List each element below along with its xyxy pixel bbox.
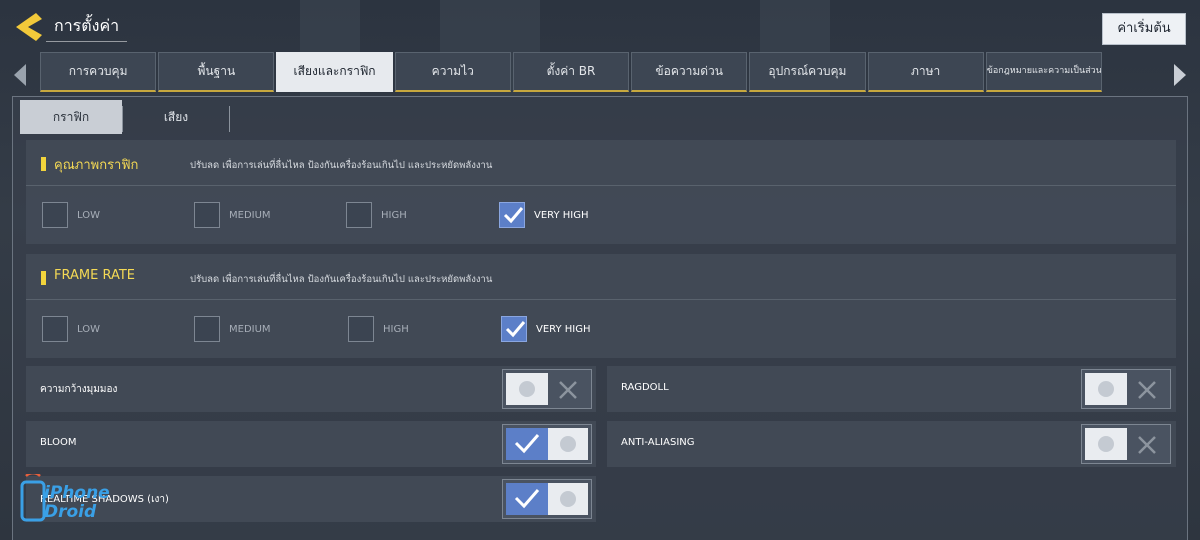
reset-defaults-button[interactable]: ค่าเริ่มต้น xyxy=(1102,13,1186,45)
checkbox[interactable] xyxy=(194,316,220,342)
checkbox[interactable] xyxy=(42,202,68,228)
toggle-label: BLOOM xyxy=(40,437,77,448)
option-label: VERY HIGH xyxy=(534,209,589,221)
subtab-audio[interactable]: เสียง xyxy=(123,100,229,134)
section-accent-bar xyxy=(41,157,46,171)
close-icon xyxy=(1138,381,1156,399)
option-label: HIGH xyxy=(383,323,409,335)
option-label: MEDIUM xyxy=(229,323,271,335)
tab-br-settings[interactable]: ตั้งค่า BR xyxy=(512,52,630,92)
toggle-row-anti-aliasing: ANTI-ALIASING xyxy=(607,421,1176,467)
graphics-option-low[interactable]: LOW xyxy=(42,202,100,228)
check-icon xyxy=(514,434,540,454)
field-of-view-toggle[interactable] xyxy=(502,369,592,409)
tab-sensitivity[interactable]: ความไว xyxy=(394,52,511,92)
close-icon xyxy=(559,381,577,399)
toggle-knob xyxy=(1085,373,1127,405)
anti-aliasing-toggle[interactable] xyxy=(1081,424,1171,464)
section-description: ปรับลด เพื่อการเล่นที่ลื่นไหล ป้องกันเคร… xyxy=(190,274,493,285)
frame-rate-option-high[interactable]: HIGH xyxy=(348,316,409,342)
tab-language[interactable]: ภาษา xyxy=(867,52,984,92)
graphics-option-very-high[interactable]: VERY HIGH xyxy=(499,202,589,228)
toggle-knob xyxy=(548,428,588,460)
section-header: FRAME RATE ปรับลด เพื่อการเล่นที่ลื่นไหล… xyxy=(26,254,1176,300)
toggle-knob xyxy=(506,373,548,405)
toggle-label: ANTI-ALIASING xyxy=(621,437,695,448)
chevron-right-icon xyxy=(1174,64,1186,86)
tab-controller[interactable]: อุปกรณ์ควบคุม xyxy=(749,52,866,92)
graphics-option-medium[interactable]: MEDIUM xyxy=(194,202,271,228)
toggle-knob xyxy=(1085,428,1127,460)
settings-tab-bar: การควบคุม พื้นฐาน เสียงและกราฟิก ความไว … xyxy=(40,52,1102,92)
subtab-divider xyxy=(229,106,230,132)
tab-legal-privacy[interactable]: ข้อกฎหมายและความเป็นส่วนตัว xyxy=(985,52,1102,92)
option-label: LOW xyxy=(77,209,100,221)
option-label: LOW xyxy=(77,323,100,335)
realtime-shadows-toggle[interactable] xyxy=(502,479,592,519)
tab-controls[interactable]: การควบคุม xyxy=(40,52,157,92)
option-label: HIGH xyxy=(381,209,407,221)
frame-rate-section: FRAME RATE ปรับลด เพื่อการเล่นที่ลื่นไหล… xyxy=(26,254,1176,358)
tab-scroll-right-button[interactable] xyxy=(1170,62,1190,88)
toggle-label: RAGDOLL xyxy=(621,382,669,393)
check-icon xyxy=(514,489,540,509)
checkbox-checked[interactable] xyxy=(499,202,525,228)
subtab-graphics[interactable]: กราฟิก xyxy=(20,100,122,134)
checkbox[interactable] xyxy=(42,316,68,342)
close-icon xyxy=(1138,436,1156,454)
checkbox[interactable] xyxy=(194,202,220,228)
page-title: การตั้งค่า xyxy=(46,12,128,42)
back-arrow-icon xyxy=(16,13,42,41)
graphics-option-high[interactable]: HIGH xyxy=(346,202,407,228)
toggle-label: ความกว้างมุมมอง xyxy=(40,384,118,395)
frame-rate-option-medium[interactable]: MEDIUM xyxy=(194,316,271,342)
ragdoll-toggle[interactable] xyxy=(1081,369,1171,409)
frame-rate-option-very-high[interactable]: VERY HIGH xyxy=(501,316,591,342)
check-icon xyxy=(505,321,526,338)
option-label: VERY HIGH xyxy=(536,323,591,335)
option-label: MEDIUM xyxy=(229,209,271,221)
toggle-row-bloom: BLOOM xyxy=(26,421,596,467)
frame-rate-option-low[interactable]: LOW xyxy=(42,316,100,342)
section-title: คุณภาพกราฟิก xyxy=(54,158,139,173)
back-button[interactable] xyxy=(14,10,46,44)
section-title: FRAME RATE xyxy=(54,268,135,283)
watermark-text: iPhone Droid xyxy=(44,483,110,522)
section-description: ปรับลด เพื่อการเล่นที่ลื่นไหล ป้องกันเคร… xyxy=(190,160,493,171)
tab-scroll-left-button[interactable] xyxy=(10,62,30,88)
tab-basic[interactable]: พื้นฐาน xyxy=(158,52,275,92)
check-icon xyxy=(503,207,524,224)
chevron-left-icon xyxy=(14,64,26,86)
toggle-row-ragdoll: RAGDOLL xyxy=(607,366,1176,412)
checkbox-checked[interactable] xyxy=(501,316,527,342)
toggle-knob xyxy=(548,483,588,515)
graphics-quality-section: คุณภาพกราฟิก ปรับลด เพื่อการเล่นที่ลื่นไ… xyxy=(26,140,1176,244)
section-accent-bar xyxy=(41,271,46,285)
subtab-bar: กราฟิก เสียง xyxy=(20,100,230,134)
bloom-toggle[interactable] xyxy=(502,424,592,464)
toggle-row-field-of-view: ความกว้างมุมมอง xyxy=(26,366,596,412)
checkbox[interactable] xyxy=(348,316,374,342)
section-header: คุณภาพกราฟิก ปรับลด เพื่อการเล่นที่ลื่นไ… xyxy=(26,140,1176,186)
checkbox[interactable] xyxy=(346,202,372,228)
tab-quick-chat[interactable]: ข้อความด่วน xyxy=(631,52,748,92)
tab-audio-graphics[interactable]: เสียงและกราฟิก xyxy=(276,52,393,92)
